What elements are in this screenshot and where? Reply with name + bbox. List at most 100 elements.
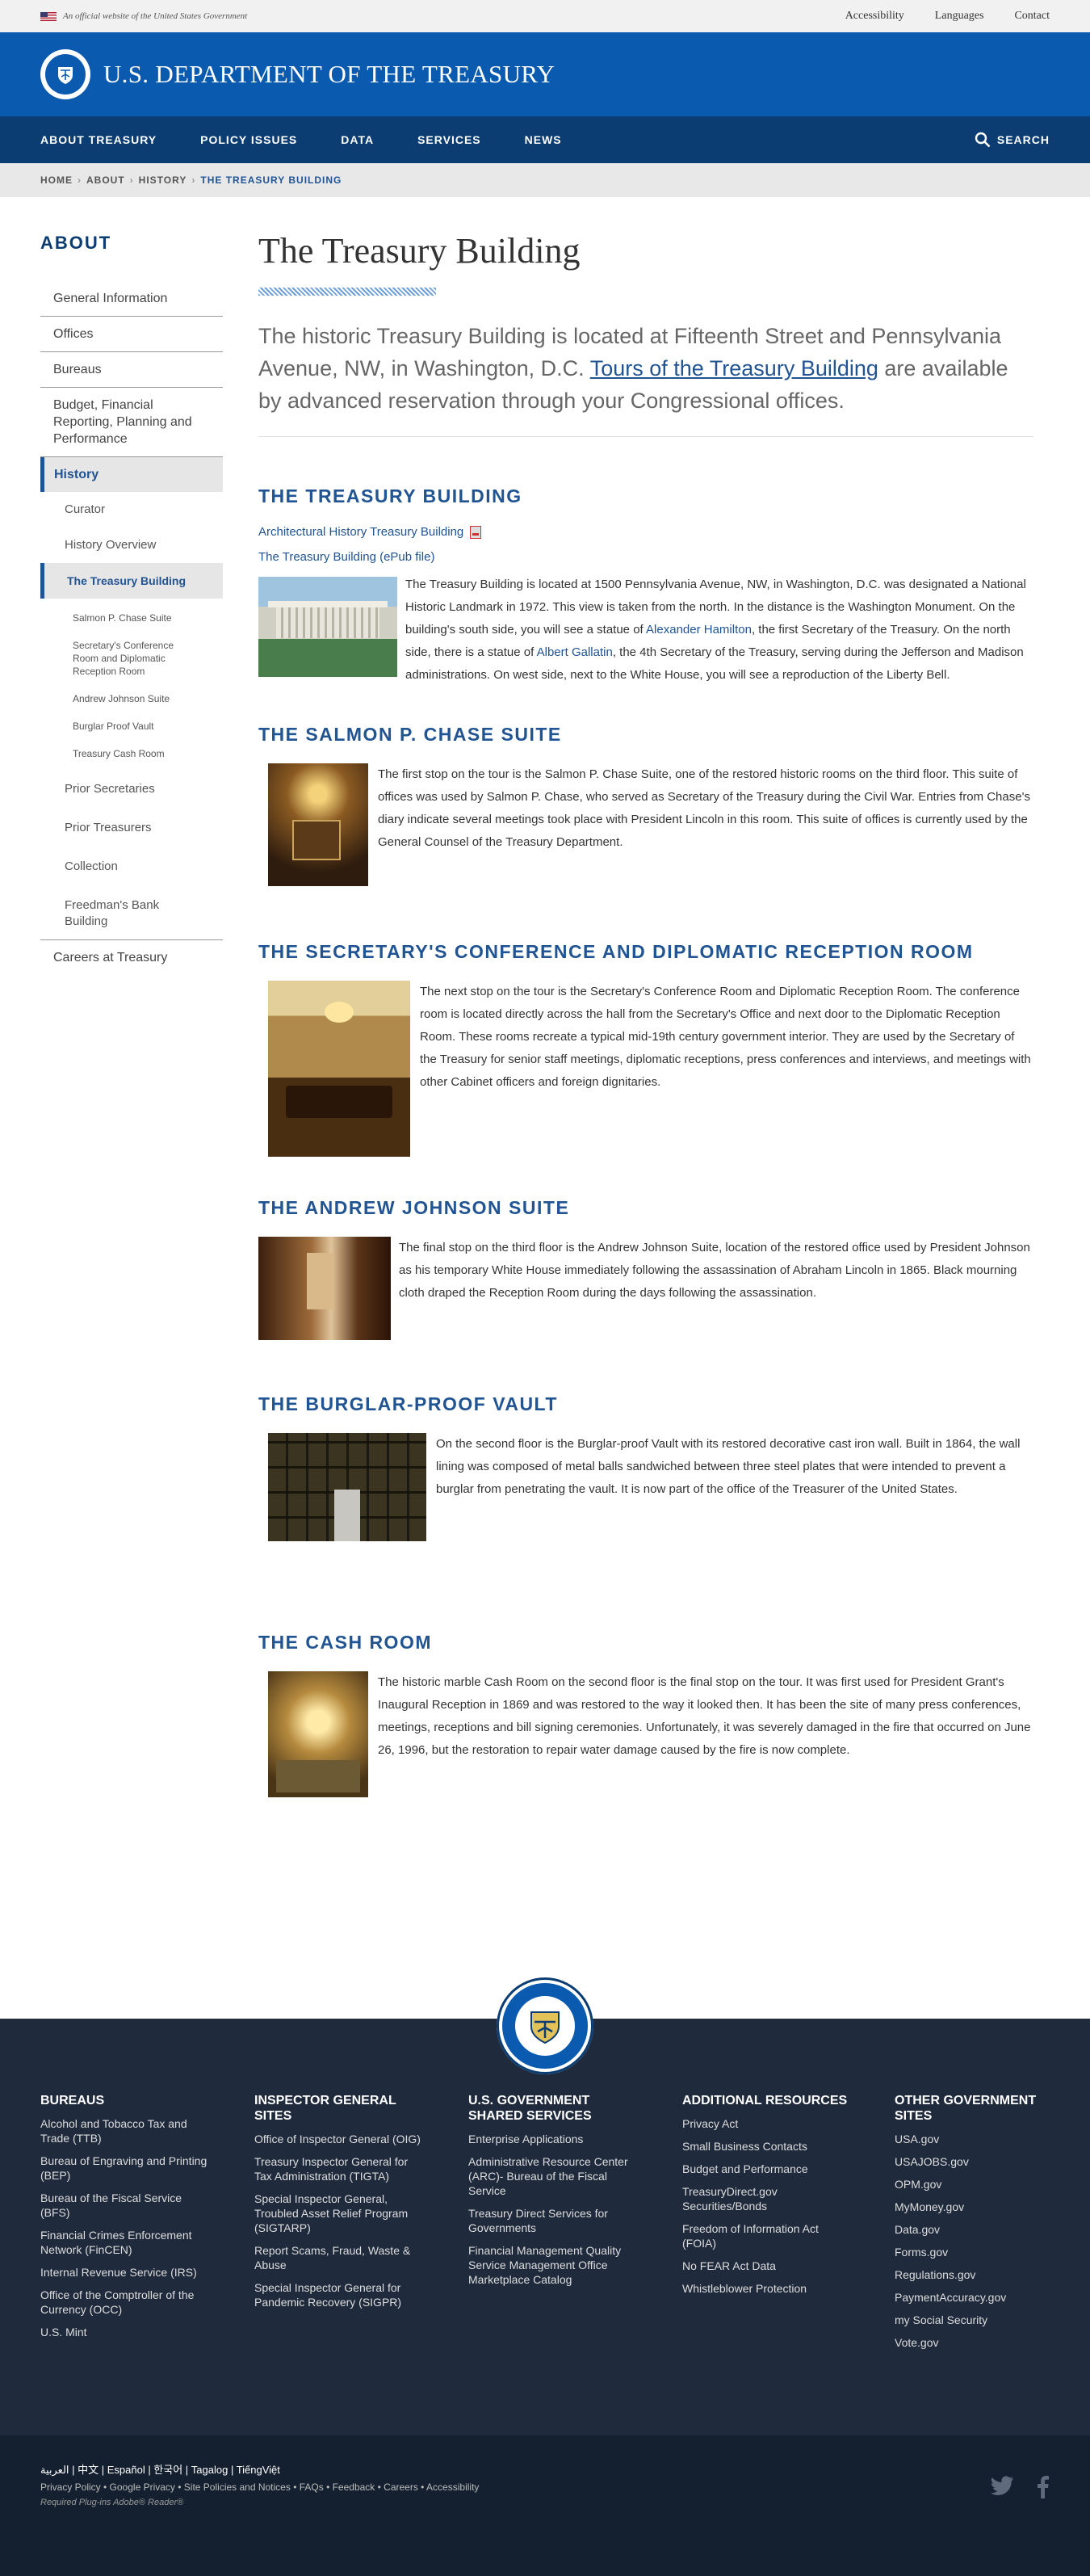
footer-heading: BUREAUS xyxy=(40,2094,105,2107)
nav-news[interactable]: NEWS xyxy=(525,133,562,146)
sidebar-item-prior-treasurers[interactable]: Prior Treasurers xyxy=(40,810,223,846)
vault-photo xyxy=(268,1433,426,1541)
section-title: THE TREASURY BUILDING xyxy=(258,485,522,506)
footer-link[interactable]: Office of Inspector General (OIG) xyxy=(254,2132,424,2146)
footer-link[interactable]: TreasuryDirect.gov Securities/Bonds xyxy=(682,2184,852,2213)
footer-link[interactable]: Bureau of the Fiscal Service (BFS) xyxy=(40,2191,210,2220)
footer-link[interactable]: Forms.gov xyxy=(895,2245,1056,2259)
breadcrumb-history[interactable]: HISTORY xyxy=(139,174,187,186)
footer-link[interactable]: Financial Crimes Enforcement Network (Fi… xyxy=(40,2228,210,2257)
main-content: The Treasury Building The historic Treas… xyxy=(258,230,1033,1797)
section-conference-room: THE SECRETARY'S CONFERENCE AND DIPLOMATI… xyxy=(258,941,1033,1157)
footer-link[interactable]: Treasury Direct Services for Governments xyxy=(468,2206,638,2235)
nav-data[interactable]: DATA xyxy=(341,133,374,146)
policy-links[interactable]: Privacy Policy • Google Privacy • Site P… xyxy=(40,2481,1050,2493)
sidebar-item-careers[interactable]: Careers at Treasury xyxy=(40,940,223,975)
facebook-icon[interactable] xyxy=(1037,2476,1050,2498)
footer-treasury-seal-icon xyxy=(497,1977,593,2074)
section-cash-room: THE CASH ROOM The historic marble Cash R… xyxy=(258,1632,1033,1797)
footer-link[interactable]: Special Inspector General for Pandemic R… xyxy=(254,2280,424,2309)
twitter-icon[interactable] xyxy=(990,2476,1014,2497)
footer-link[interactable]: Financial Management Quality Service Man… xyxy=(468,2243,638,2287)
site-title[interactable]: U.S. DEPARTMENT OF THE TREASURY xyxy=(103,60,555,89)
sidebar-item-offices[interactable]: Offices xyxy=(40,317,223,352)
masthead: U.S. DEPARTMENT OF THE TREASURY xyxy=(0,32,1090,116)
footer-link[interactable]: Treasury Inspector General for Tax Admin… xyxy=(254,2154,424,2183)
architectural-history-link[interactable]: Architectural History Treasury Building xyxy=(258,525,1033,539)
sidebar-item-history-overview[interactable]: History Overview xyxy=(40,527,223,563)
footer-link[interactable]: MyMoney.gov xyxy=(895,2200,1056,2214)
main-nav: ABOUT TREASURY POLICY ISSUES DATA SERVIC… xyxy=(0,116,1090,163)
tours-link[interactable]: Tours of the Treasury Building xyxy=(590,356,878,380)
footer-link[interactable]: USA.gov xyxy=(895,2132,1056,2146)
language-links[interactable]: العربية | 中文 | Español | 한국어 | Tagalog |… xyxy=(40,2461,1050,2477)
breadcrumb-about[interactable]: ABOUT xyxy=(86,174,125,186)
footer-link[interactable]: PaymentAccuracy.gov xyxy=(895,2290,1056,2305)
required-plugins: Required Plug-ins Adobe® Reader® xyxy=(40,2498,184,2507)
nav-about-treasury[interactable]: ABOUT TREASURY xyxy=(40,133,157,146)
footer-link[interactable]: Special Inspector General, Troubled Asse… xyxy=(254,2191,424,2235)
footer-link[interactable]: U.S. Mint xyxy=(40,2325,210,2339)
footer-link[interactable]: Budget and Performance xyxy=(682,2162,852,2176)
footer-link[interactable]: Data.gov xyxy=(895,2222,1056,2237)
sidebar-item-cash-room[interactable]: Treasury Cash Room xyxy=(40,742,223,765)
sidebar-item-general-information[interactable]: General Information xyxy=(40,281,223,317)
chase-suite-photo xyxy=(268,763,368,886)
sidebar-item-budget[interactable]: Budget, Financial Reporting, Planning an… xyxy=(40,388,223,457)
sidebar-item-conference-room[interactable]: Secretary's Conference Room and Diplomat… xyxy=(40,634,223,683)
conference-room-photo xyxy=(268,981,410,1157)
us-flag-icon xyxy=(40,11,57,21)
epub-link[interactable]: The Treasury Building (ePub file) xyxy=(258,550,1033,564)
gallatin-link[interactable]: Albert Gallatin xyxy=(537,645,613,659)
sidebar-item-curator[interactable]: Curator xyxy=(40,492,223,527)
footer-link[interactable]: Privacy Act xyxy=(682,2116,852,2131)
footer-link[interactable]: USAJOBS.gov xyxy=(895,2154,1056,2169)
footer-link[interactable]: Regulations.gov xyxy=(895,2267,1056,2282)
cash-room-text: The historic marble Cash Room on the sec… xyxy=(378,1675,1031,1757)
sidebar-item-bureaus[interactable]: Bureaus xyxy=(40,352,223,388)
footer-link[interactable]: Bureau of Engraving and Printing (BEP) xyxy=(40,2154,210,2183)
footer-link[interactable]: Enterprise Applications xyxy=(468,2132,638,2146)
footer-link[interactable]: Whistleblower Protection xyxy=(682,2281,852,2296)
search-icon xyxy=(975,132,991,148)
footer-link[interactable]: Small Business Contacts xyxy=(682,2139,852,2154)
sidebar-item-vault[interactable]: Burglar Proof Vault xyxy=(40,715,223,738)
sub-footer: العربية | 中文 | Español | 한국어 | Tagalog |… xyxy=(0,2435,1090,2576)
section-title: THE SALMON P. CHASE SUITE xyxy=(258,724,562,745)
footer-col-shared-services: U.S. GOVERNMENT SHARED SERVICES Enterpri… xyxy=(468,2093,638,2295)
sidebar-item-johnson-suite[interactable]: Andrew Johnson Suite xyxy=(40,687,223,710)
nav-policy-issues[interactable]: POLICY ISSUES xyxy=(200,133,297,146)
search-button[interactable]: SEARCH xyxy=(975,132,1050,148)
footer-heading: U.S. GOVERNMENT SHARED SERVICES xyxy=(468,2094,592,2123)
languages-link[interactable]: Languages xyxy=(935,10,984,23)
sidebar-item-collection[interactable]: Collection xyxy=(40,849,223,885)
hamilton-link[interactable]: Alexander Hamilton xyxy=(646,623,752,637)
footer-link[interactable]: Office of the Comptroller of the Currenc… xyxy=(40,2288,210,2317)
footer-link[interactable]: OPM.gov xyxy=(895,2177,1056,2191)
footer-heading: INSPECTOR GENERAL SITES xyxy=(254,2094,396,2123)
sidebar-item-prior-secretaries[interactable]: Prior Secretaries xyxy=(40,771,223,807)
footer-link[interactable]: Vote.gov xyxy=(895,2335,1056,2350)
section-chase-suite: THE SALMON P. CHASE SUITE The first stop… xyxy=(258,724,1033,886)
nav-services[interactable]: SERVICES xyxy=(417,133,481,146)
footer-link[interactable]: Freedom of Information Act (FOIA) xyxy=(682,2221,852,2250)
footer-link[interactable]: Alcohol and Tobacco Tax and Trade (TTB) xyxy=(40,2116,210,2145)
contact-link[interactable]: Contact xyxy=(1014,10,1050,23)
footer-link[interactable]: Report Scams, Fraud, Waste & Abuse xyxy=(254,2243,424,2272)
sidebar-item-chase-suite[interactable]: Salmon P. Chase Suite xyxy=(40,607,223,629)
footer-link[interactable]: my Social Security xyxy=(895,2313,1056,2327)
sidebar-item-freedmans-bank[interactable]: Freedman's Bank Building xyxy=(40,888,223,940)
johnson-suite-photo xyxy=(258,1237,391,1340)
footer-link[interactable]: No FEAR Act Data xyxy=(682,2259,852,2273)
footer-col-other-sites: OTHER GOVERNMENT SITES USA.gov USAJOBS.g… xyxy=(895,2093,1056,2358)
sidebar-item-treasury-building[interactable]: The Treasury Building xyxy=(40,563,223,599)
breadcrumb-home[interactable]: HOME xyxy=(40,174,73,186)
search-label: SEARCH xyxy=(996,133,1050,146)
section-title: THE BURGLAR-PROOF VAULT xyxy=(258,1393,558,1414)
footer-link[interactable]: Internal Revenue Service (IRS) xyxy=(40,2265,210,2280)
footer-link[interactable]: Administrative Resource Center (ARC)- Bu… xyxy=(468,2154,638,2198)
accessibility-link[interactable]: Accessibility xyxy=(845,10,904,23)
section-burglar-proof-vault: THE BURGLAR-PROOF VAULT On the second fl… xyxy=(258,1393,1033,1541)
treasury-seal-icon[interactable] xyxy=(40,49,90,99)
sidebar-item-history[interactable]: History xyxy=(40,457,223,492)
